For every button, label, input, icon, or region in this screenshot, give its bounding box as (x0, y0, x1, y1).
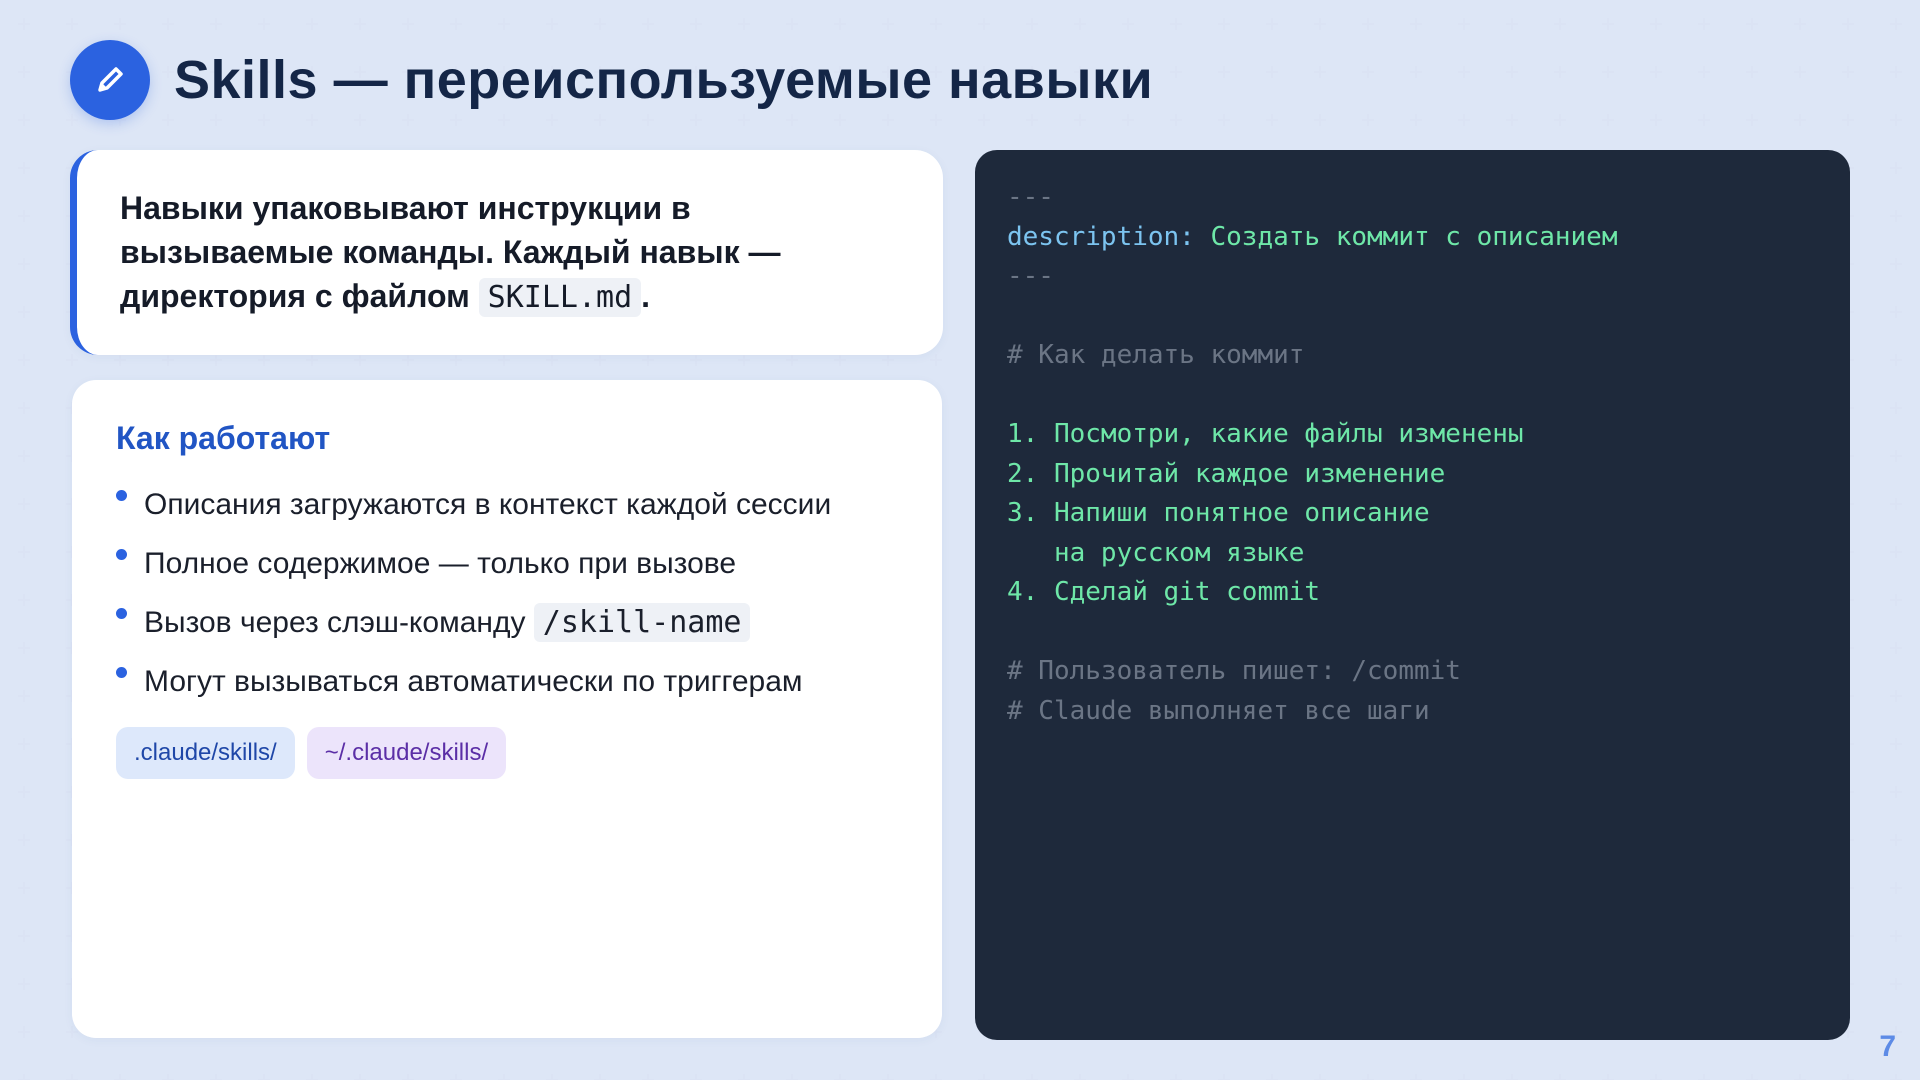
skill-paths: .claude/skills/ ~/.claude/skills/ (116, 727, 898, 779)
bullet-dot (116, 549, 127, 560)
project-skills-path-tag: .claude/skills/ (116, 727, 295, 779)
how-it-works-title: Как работают (116, 420, 331, 456)
page-number: 7 (1879, 1030, 1896, 1063)
bullet-dot (116, 490, 127, 501)
code-panel: --- description: Создать коммит с описан… (975, 150, 1850, 1040)
list-item: Полное содержимое — только при вызове (116, 534, 898, 593)
skill-file-code: SKILL.md (478, 278, 642, 317)
code-line: description: Создать коммит с описанием (1007, 221, 1618, 252)
user-skills-path-tag: ~/.claude/skills/ (306, 727, 507, 779)
list-item: Вызов через слэш-команду /skill-name (116, 593, 898, 652)
slash-command-code: /skill-name (533, 603, 751, 642)
code-line: на русском языке (1007, 537, 1305, 568)
list-item: Могут вызываться автоматически по тригге… (116, 652, 898, 711)
pencil-icon (70, 40, 150, 120)
slide-header: Skills — переиспользуемые навыки (70, 40, 1153, 120)
code-line: 4. Сделай git commit (1007, 577, 1321, 607)
slide-title: Skills — переиспользуемые навыки (174, 50, 1154, 110)
code-line: --- (1007, 261, 1054, 291)
code-line: # Claude выполняет все шаги (1007, 695, 1430, 726)
bullet-dot (116, 608, 127, 619)
code-line: 2. Прочитай каждое изменение (1007, 458, 1446, 489)
intro-card: Навыки упаковывают инструкции в вызываем… (70, 150, 943, 355)
how-it-works-list: Описания загружаются в контекст каждой с… (116, 475, 898, 711)
code-line: # Как делать коммит (1007, 340, 1305, 370)
code-line: 1. Посмотри, какие файлы изменены (1007, 419, 1524, 449)
intro-text: Навыки упаковывают инструкции в вызываем… (120, 190, 781, 317)
code-line: # Пользователь пишет: /commit (1007, 656, 1461, 686)
list-item: Описания загружаются в контекст каждой с… (116, 475, 898, 534)
code-line: 3. Напиши понятное описание (1007, 498, 1430, 528)
code-line: --- (1007, 182, 1054, 212)
how-it-works-card: Как работают Описания загружаются в конт… (72, 380, 942, 1038)
bullet-dot (116, 667, 127, 678)
